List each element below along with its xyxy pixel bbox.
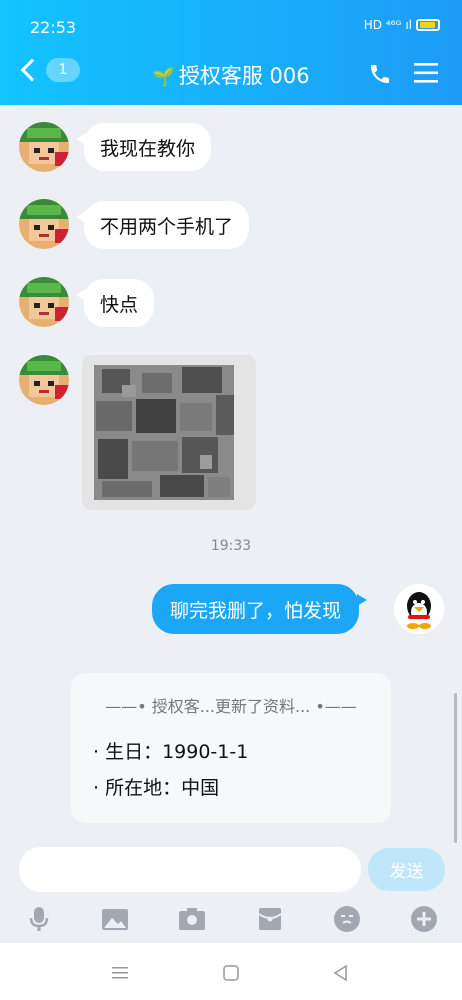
status-icons: HD ⁴⁶ᴳ ıl xyxy=(364,18,440,32)
message-input[interactable] xyxy=(19,847,361,892)
profile-update-card[interactable]: ——• 授权客...更新了资料... •—— · 生日：1990-1-1 · 所… xyxy=(71,673,391,823)
profile-birthday: · 生日：1990-1-1 xyxy=(93,741,249,763)
send-button[interactable]: 发送 xyxy=(368,848,445,891)
message-text: 快点 xyxy=(100,293,139,316)
qr-code-image[interactable] xyxy=(82,355,256,510)
profile-card-header: ——• 授权客...更新了资料... •—— xyxy=(105,697,357,716)
message-text: 聊完我删了，怕发现 xyxy=(170,599,342,622)
chat-title-container: 🌱 授权客服 006 xyxy=(0,60,462,90)
contact-avatar[interactable] xyxy=(19,355,69,405)
microphone-icon[interactable] xyxy=(24,904,54,934)
red-packet-icon[interactable] xyxy=(255,904,285,934)
sprout-icon: 🌱 xyxy=(152,67,175,88)
contact-avatar[interactable] xyxy=(19,277,69,327)
contact-avatar[interactable] xyxy=(19,199,69,249)
chat-toolbar xyxy=(0,900,462,940)
plus-icon[interactable] xyxy=(409,904,439,934)
emoji-icon[interactable] xyxy=(332,904,362,934)
message-bubble-incoming[interactable]: 我现在教你 xyxy=(75,123,212,171)
status-bar: 22:53 HD ⁴⁶ᴳ ıl xyxy=(0,0,462,50)
message-bubble-outgoing[interactable]: 聊完我删了，怕发现 xyxy=(152,584,368,634)
camera-icon[interactable] xyxy=(177,904,207,934)
signal-icon: ıl xyxy=(405,18,412,32)
contact-avatar[interactable] xyxy=(19,122,69,172)
scrollbar[interactable] xyxy=(454,693,457,843)
phone-call-icon[interactable] xyxy=(368,62,392,86)
image-icon[interactable] xyxy=(100,904,130,934)
message-timestamp: 19:33 xyxy=(210,538,252,554)
network-indicator: HD ⁴⁶ᴳ xyxy=(363,18,402,32)
message-text: 我现在教你 xyxy=(100,137,196,160)
message-bubble-incoming[interactable]: 不用两个手机了 xyxy=(75,201,250,249)
status-time: 22:53 xyxy=(30,18,77,37)
battery-icon xyxy=(416,19,440,31)
my-avatar[interactable] xyxy=(394,584,444,634)
chat-header: 22:53 HD ⁴⁶ᴳ ıl 1 🌱 授权客服 006 xyxy=(0,0,462,105)
system-navigation-bar xyxy=(0,943,462,1000)
back-nav-icon[interactable] xyxy=(331,963,351,983)
home-icon[interactable] xyxy=(221,963,241,983)
message-bubble-incoming[interactable]: 快点 xyxy=(75,279,155,327)
recent-apps-icon[interactable] xyxy=(110,963,130,983)
chat-title: 授权客服 006 xyxy=(178,64,310,88)
profile-location: · 所在地：中国 xyxy=(93,777,220,799)
message-text: 不用两个手机了 xyxy=(100,215,234,238)
menu-icon[interactable] xyxy=(414,62,438,84)
